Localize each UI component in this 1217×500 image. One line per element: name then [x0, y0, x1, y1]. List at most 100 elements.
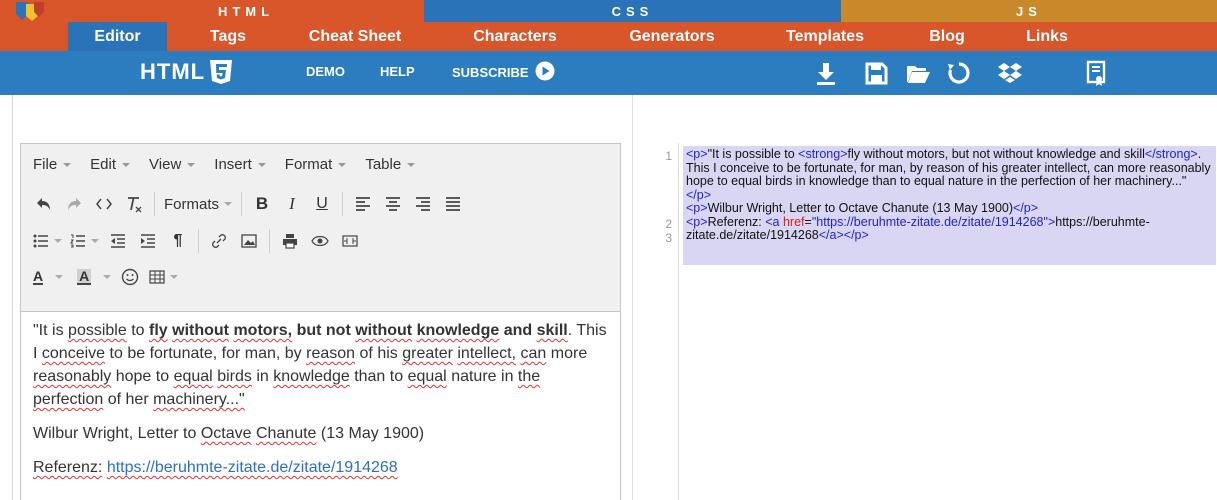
indent-button[interactable]: [133, 226, 163, 256]
save-icon[interactable]: [862, 59, 890, 87]
nav-links[interactable]: Links: [1010, 22, 1084, 51]
menu-view[interactable]: View: [149, 154, 196, 174]
undo-icon: [37, 198, 50, 210]
chevron-down-icon: [407, 163, 416, 167]
insert-image-button[interactable]: [234, 226, 264, 256]
emoticons-button[interactable]: [115, 262, 145, 292]
code-tag: <strong>: [798, 147, 848, 161]
preview-button[interactable]: [305, 226, 335, 256]
brand-logo[interactable]: HTML: [140, 59, 233, 85]
bullet-list-button[interactable]: [29, 226, 66, 256]
brand-text: HTML: [140, 59, 206, 84]
align-left-button[interactable]: [348, 189, 378, 219]
code-text: "It is possible to: [707, 147, 799, 161]
tab-css[interactable]: CSS: [424, 0, 841, 22]
insert-media-button[interactable]: [335, 226, 365, 256]
menu-format-label: Format: [284, 155, 333, 173]
open-folder-icon[interactable]: [904, 59, 932, 87]
table-button[interactable]: [145, 262, 182, 292]
menu-format[interactable]: Format: [285, 154, 347, 174]
print-button[interactable]: [275, 226, 305, 256]
pane-divider[interactable]: [632, 95, 633, 500]
underline-button[interactable]: U: [307, 189, 337, 219]
outdent-button[interactable]: [103, 226, 133, 256]
source-code-button[interactable]: [89, 189, 119, 219]
chevron-down-icon: [338, 163, 347, 167]
subscribe-label: SUBSCRIBE: [452, 65, 529, 80]
nav-tags[interactable]: Tags: [188, 22, 268, 51]
clear-formatting-button[interactable]: [119, 189, 149, 219]
code-tag: </p>: [1013, 201, 1039, 215]
align-right-icon: [416, 197, 431, 211]
chevron-down-icon: [170, 275, 179, 279]
chevron-down-icon: [224, 202, 233, 206]
code-tag: <p>: [686, 201, 708, 215]
chevron-down-icon: [63, 163, 72, 167]
nav-cheat-sheet[interactable]: Cheat Sheet: [292, 22, 418, 51]
left-divider: [12, 95, 13, 500]
align-justify-button[interactable]: [438, 189, 468, 219]
chevron-down-icon: [187, 163, 196, 167]
dropbox-icon[interactable]: [996, 59, 1024, 87]
paragraph-marks-button[interactable]: ¶: [163, 226, 193, 256]
tab-html[interactable]: HTML: [68, 0, 424, 22]
menu-table[interactable]: Table: [365, 154, 416, 174]
numbered-list-button[interactable]: [66, 226, 103, 256]
indent-icon: [141, 234, 155, 248]
toolbar-row-3: A A: [29, 262, 182, 292]
text-color-button[interactable]: A: [29, 262, 67, 292]
undo-button[interactable]: [29, 189, 59, 219]
menu-insert[interactable]: Insert: [214, 154, 266, 174]
toolbar-separator: [154, 192, 155, 216]
demo-link[interactable]: DEMO: [306, 64, 345, 79]
eye-icon: [311, 235, 329, 247]
reference-link[interactable]: https://beruhmte-zitate.de/zitate/191426…: [107, 459, 398, 476]
nav-generators[interactable]: Generators: [612, 22, 732, 51]
play-circle-icon: [535, 61, 555, 81]
nav-templates[interactable]: Templates: [770, 22, 880, 51]
smiley-icon: [122, 268, 139, 286]
menu-insert-label: Insert: [214, 155, 252, 173]
reference-paragraph: Referenz: https://beruhmte-zitate.de/zit…: [33, 456, 613, 479]
italic-button[interactable]: I: [277, 189, 307, 219]
nav-blog[interactable]: Blog: [912, 22, 982, 51]
code-line-3: <p>Referenz: <a href="https://beruhmte-z…: [686, 214, 1211, 243]
wysiwyg-editor: File Edit View Insert Format Table Forma…: [20, 143, 621, 500]
redo-button[interactable]: [59, 189, 89, 219]
chevron-down-icon: [54, 239, 62, 243]
menu-file[interactable]: File: [33, 154, 72, 174]
code-tag: </p>: [843, 228, 869, 242]
toolbar-row-2: ¶: [29, 226, 365, 256]
help-link[interactable]: HELP: [380, 64, 415, 79]
background-color-button[interactable]: A: [73, 262, 115, 292]
toolbar-separator: [269, 229, 270, 253]
editor-content[interactable]: "It is possible to fly without motors, b…: [33, 319, 613, 490]
chevron-down-icon: [257, 163, 266, 167]
insert-link-button[interactable]: [204, 226, 234, 256]
bold-icon: B: [255, 194, 269, 213]
site-logo[interactable]: [0, 0, 68, 22]
bold-button[interactable]: B: [247, 189, 277, 219]
nav-editor[interactable]: Editor: [68, 22, 167, 51]
subscribe-link[interactable]: SUBSCRIBE: [452, 61, 555, 81]
align-center-button[interactable]: [378, 189, 408, 219]
clear-format-icon: [128, 197, 142, 213]
formats-dropdown[interactable]: Formats: [160, 189, 236, 219]
menu-edit-label: Edit: [90, 155, 117, 173]
chevron-down-icon: [122, 163, 131, 167]
code-editor[interactable]: 1 2 3 <p>"It is possible to <strong>fly …: [640, 143, 1217, 500]
menu-edit[interactable]: Edit: [90, 154, 131, 174]
redo-icon: [68, 198, 81, 210]
align-right-button[interactable]: [408, 189, 438, 219]
tab-js[interactable]: JS: [841, 0, 1217, 22]
underline-icon: U: [316, 195, 328, 212]
code-attribute: href: [782, 214, 805, 229]
code-lines: <p>"It is possible to <strong>fly withou…: [686, 147, 1211, 243]
nav-characters[interactable]: Characters: [455, 22, 575, 51]
refresh-icon[interactable]: [945, 59, 973, 87]
line-number: 3: [665, 231, 672, 245]
download-icon[interactable]: [812, 59, 840, 87]
menu-table-label: Table: [365, 155, 402, 173]
line-number-gutter: 1 2 3: [640, 143, 679, 500]
certificate-icon[interactable]: [1082, 59, 1110, 87]
